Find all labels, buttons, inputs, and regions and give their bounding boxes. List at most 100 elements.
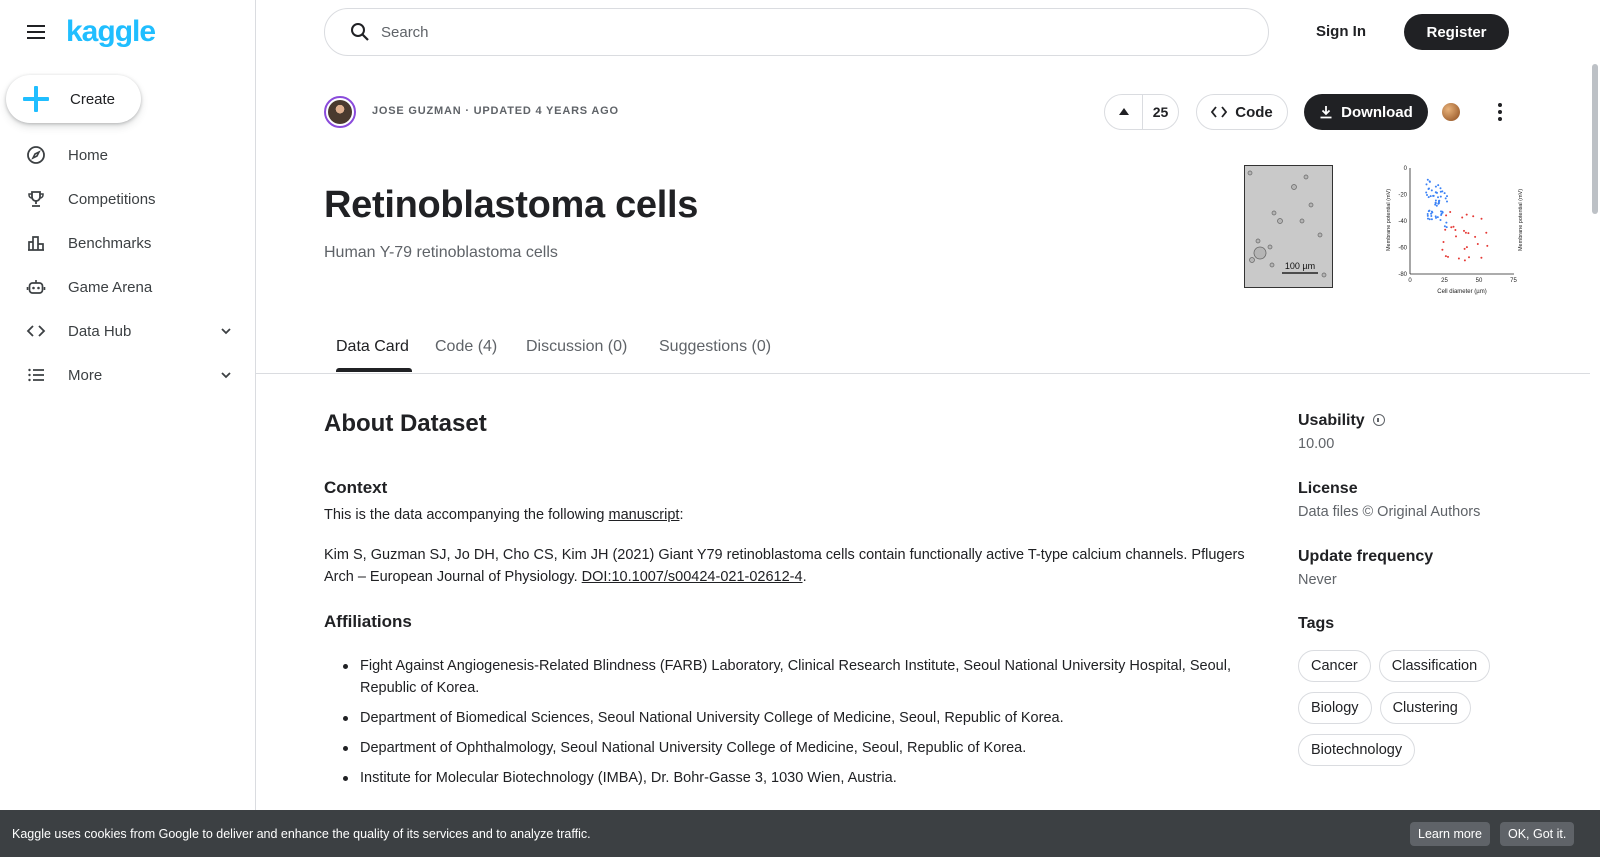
- update-frequency-heading: Update frequency: [1298, 548, 1434, 565]
- scatter-point-blue: [1434, 201, 1437, 204]
- scatter-point-blue: [1441, 210, 1444, 213]
- license-value: Data files © Original Authors: [1298, 504, 1481, 520]
- search-input[interactable]: [381, 23, 1181, 41]
- sidebar-item-home[interactable]: Home: [0, 133, 256, 177]
- create-label: Create: [70, 90, 116, 108]
- scatter-point-red: [1455, 235, 1457, 238]
- sidebar-item-competitions[interactable]: Competitions: [0, 177, 256, 221]
- sidebar-item-label: Game Arena: [68, 278, 153, 296]
- scatter-point-red: [1480, 217, 1483, 220]
- tab-bar: Data Card Code (4) Discussion (0) Sugges…: [256, 330, 1590, 374]
- create-button[interactable]: Create: [6, 75, 141, 123]
- scatter-point-blue: [1430, 218, 1433, 221]
- scatter-point-blue: [1435, 216, 1437, 219]
- scatter-point-red: [1463, 247, 1466, 250]
- scatter-point-red: [1441, 248, 1444, 251]
- scatter-point-blue: [1443, 225, 1446, 228]
- learn-more-button[interactable]: Learn more: [1410, 822, 1490, 846]
- tag-cancer[interactable]: Cancer: [1298, 650, 1371, 682]
- scatter-point-red: [1467, 232, 1470, 235]
- scatter-point-blue: [1437, 202, 1440, 205]
- tag-biotechnology[interactable]: Biotechnology: [1298, 734, 1416, 766]
- tags-heading: Tags: [1298, 615, 1335, 632]
- context-text: This is the data accompanying the follow…: [324, 507, 609, 523]
- cookie-text: Kaggle uses cookies from Google to deliv…: [12, 826, 591, 841]
- hamburger-menu-icon[interactable]: [24, 20, 48, 44]
- affiliations-list: Fight Against Angiogenesis-Related Blind…: [340, 655, 1270, 797]
- scatter-point-red: [1465, 246, 1468, 249]
- code-button[interactable]: Code: [1196, 94, 1288, 130]
- list-item: Department of Biomedical Sciences, Seoul…: [340, 707, 1270, 729]
- page-scrollbar[interactable]: [1592, 64, 1598, 214]
- tag-clustering[interactable]: Clustering: [1379, 692, 1471, 724]
- tab-discussion[interactable]: Discussion (0): [526, 338, 627, 356]
- sidebar-item-data-hub[interactable]: Data Hub: [0, 309, 256, 353]
- bronze-medal-icon[interactable]: [1442, 103, 1460, 121]
- brand: kaggle: [24, 14, 156, 50]
- chevron-down-icon[interactable]: [216, 365, 236, 385]
- scatter-point-red: [1472, 215, 1475, 218]
- page-title: Retinoblastoma cells: [324, 184, 699, 226]
- bar-chart-icon: [26, 233, 46, 253]
- chevron-down-icon[interactable]: [216, 321, 236, 341]
- tab-code[interactable]: Code (4): [435, 338, 497, 356]
- scatter-point-blue: [1426, 214, 1429, 217]
- updated-text: · UPDATED 4 YEARS AGO: [465, 105, 619, 117]
- scatter-point-blue: [1446, 200, 1448, 203]
- y-tick-label: -20: [1398, 193, 1407, 199]
- scatter-point-blue: [1427, 196, 1430, 199]
- register-button[interactable]: Register: [1404, 14, 1509, 50]
- tag-biology[interactable]: Biology: [1298, 692, 1372, 724]
- scatter-point-red: [1463, 259, 1466, 262]
- citation-paragraph: Kim S, Guzman SJ, Jo DH, Cho CS, Kim JH …: [324, 544, 1269, 588]
- about-heading: About Dataset: [324, 410, 487, 437]
- doi-link[interactable]: DOI:10.1007/s00424-021-02612-4: [582, 569, 803, 585]
- kaggle-logo[interactable]: kaggle: [66, 14, 156, 50]
- usability-heading: Usability: [1298, 412, 1385, 430]
- manuscript-link[interactable]: manuscript: [609, 507, 680, 523]
- sign-in-button[interactable]: Sign In: [1300, 14, 1382, 50]
- author-avatar[interactable]: [324, 96, 356, 128]
- context-colon: :: [679, 507, 684, 523]
- tab-data-card[interactable]: Data Card: [336, 338, 409, 356]
- code-button-label: Code: [1235, 103, 1273, 121]
- scatter-point-blue: [1446, 195, 1448, 198]
- y-axis-label: Membrane potential (mV): [1386, 189, 1392, 251]
- scatter-point-blue: [1436, 216, 1439, 219]
- author-link[interactable]: JOSE GUZMAN: [372, 105, 461, 117]
- scatter-point-red: [1486, 244, 1489, 247]
- upvote-button[interactable]: [1105, 95, 1143, 129]
- search-bar[interactable]: [324, 8, 1269, 56]
- scatter-point-blue: [1445, 226, 1448, 229]
- usability-section: Usability 10.00: [1298, 412, 1385, 452]
- update-frequency-value: Never: [1298, 572, 1337, 588]
- scatter-point-blue: [1426, 178, 1429, 181]
- more-options-icon[interactable]: [1490, 100, 1510, 124]
- scatter-point-red: [1444, 228, 1447, 231]
- scatter-point-blue: [1439, 219, 1442, 221]
- x-tick-label: 75: [1510, 278, 1517, 284]
- scatter-point-blue: [1441, 190, 1444, 193]
- scatter-point-blue: [1434, 199, 1437, 202]
- page-subtitle: Human Y-79 retinoblastoma cells: [324, 244, 558, 261]
- sidebar-item-label: Data Hub: [68, 322, 132, 340]
- info-icon[interactable]: [1372, 413, 1385, 426]
- cookie-ok-button[interactable]: OK, Got it.: [1500, 822, 1575, 846]
- scatter-point-red: [1457, 257, 1460, 260]
- scatter-thumbnail: 0 -20 -40 -60 -80 0 25 50 75 Membrane potential…: [1386, 166, 1524, 295]
- active-tab-indicator: [336, 368, 412, 372]
- download-button[interactable]: Download: [1304, 94, 1428, 130]
- tab-suggestions[interactable]: Suggestions (0): [659, 338, 771, 356]
- microscope-thumbnail: 100 µm: [1244, 165, 1333, 288]
- sidebar-item-more[interactable]: More: [0, 353, 256, 397]
- code-icon: [1211, 106, 1228, 118]
- license-section: License Data files © Original Authors: [1298, 480, 1480, 520]
- sidebar-item-benchmarks[interactable]: Benchmarks: [0, 221, 256, 265]
- upvote-control: 25: [1104, 94, 1179, 130]
- sidebar-item-game-arena[interactable]: Game Arena: [0, 265, 256, 309]
- robot-icon: [26, 277, 46, 297]
- scatter-point-red: [1463, 229, 1465, 232]
- usability-value: 10.00: [1298, 436, 1335, 452]
- update-frequency-section: Update frequency Never: [1298, 548, 1433, 588]
- tag-classification[interactable]: Classification: [1378, 650, 1491, 682]
